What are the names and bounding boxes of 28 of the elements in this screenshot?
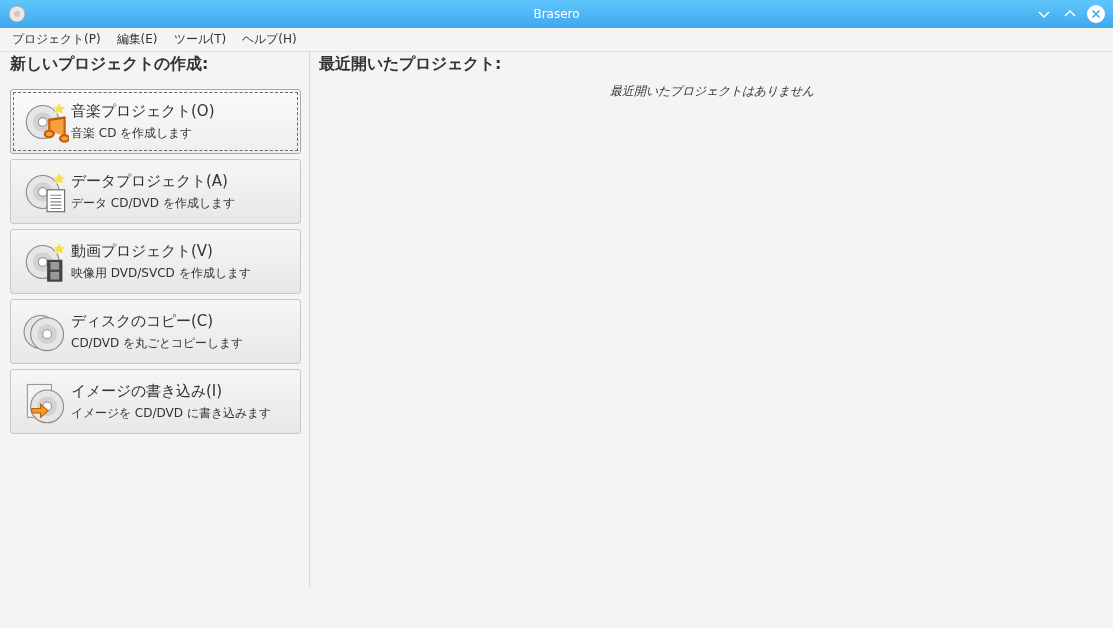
project-button[interactable]: ディスクのコピー(C) CD/DVD を丸ごとコピーします — [10, 299, 301, 364]
button-description: CD/DVD を丸ごとコピーします — [71, 334, 243, 352]
button-description: 映像用 DVD/SVCD を作成します — [71, 264, 251, 282]
data-disc-icon — [23, 169, 69, 214]
disc-icon — [8, 5, 26, 23]
button-title: データプロジェクト(A) — [71, 171, 229, 191]
section-heading: 最近開いたプロジェクト: — [319, 54, 503, 75]
button-description: イメージを CD/DVD に書き込みます — [71, 404, 271, 422]
button-description: データ CD/DVD を作成します — [71, 194, 235, 212]
button-title: 音楽プロジェクト(O) — [71, 101, 215, 121]
menu-item[interactable]: ツール(T) — [173, 31, 227, 48]
project-button[interactable]: イメージの書き込み(I) イメージを CD/DVD に書き込みます — [10, 369, 301, 434]
project-button[interactable]: 音楽プロジェクト(O) 音楽 CD を作成します — [10, 89, 301, 154]
close-button[interactable] — [1087, 5, 1105, 23]
project-button[interactable]: データプロジェクト(A) データ CD/DVD を作成します — [10, 159, 301, 224]
project-button[interactable]: 動画プロジェクト(V) 映像用 DVD/SVCD を作成します — [10, 229, 301, 294]
empty-message: 最近開いたプロジェクトはありません — [608, 83, 815, 100]
audio-disc-icon — [23, 99, 69, 144]
menu-item[interactable]: ヘルプ(H) — [242, 31, 297, 48]
button-title: ディスクのコピー(C) — [71, 311, 215, 331]
button-title: 動画プロジェクト(V) — [71, 241, 214, 261]
menu-item[interactable]: プロジェクト(P) — [12, 31, 101, 48]
window-title: Brasero — [533, 7, 580, 21]
button-description: 音楽 CD を作成します — [71, 124, 194, 142]
video-disc-icon — [23, 239, 69, 284]
menu-item[interactable]: 編集(E) — [116, 31, 158, 48]
section-heading: 新しいプロジェクトの作成: — [10, 54, 210, 75]
button-title: イメージの書き込み(I) — [71, 381, 224, 401]
